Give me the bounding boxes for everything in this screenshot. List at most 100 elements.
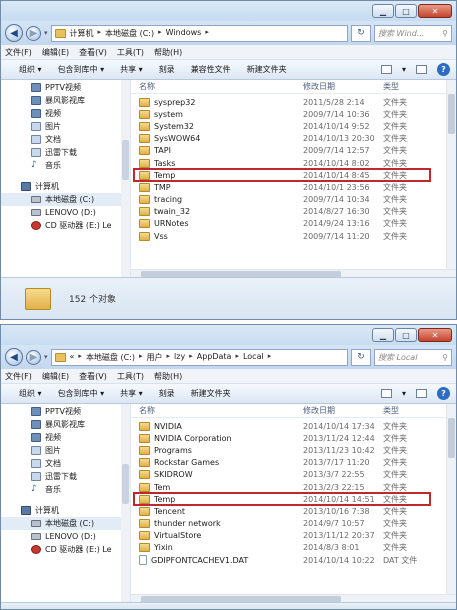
file-row[interactable]: thunder network 2014/9/7 10:57 文件夹 bbox=[131, 518, 456, 530]
view-dropdown-icon[interactable]: ▾ bbox=[402, 65, 406, 74]
toolbar-button[interactable]: 共享 ▾ bbox=[120, 388, 143, 399]
nav-item[interactable]: 迅雷下载 bbox=[1, 470, 130, 483]
help-icon[interactable]: ? bbox=[437, 387, 450, 400]
file-row[interactable]: GDIPFONTCACHEV1.DAT 2014/10/14 10:22 DAT 文… bbox=[131, 554, 456, 566]
breadcrumb-item[interactable]: 用户 bbox=[147, 352, 163, 363]
refresh-button[interactable]: ↻ bbox=[351, 348, 371, 366]
file-row[interactable]: tracing 2009/7/14 10:34 文件夹 bbox=[131, 194, 456, 206]
breadcrumb-item[interactable]: AppData bbox=[197, 352, 232, 363]
toolbar-button[interactable]: 包含到库中 ▾ bbox=[58, 388, 105, 399]
preview-pane-icon[interactable] bbox=[416, 65, 427, 74]
chevron-right-icon[interactable]: ▸ bbox=[189, 352, 193, 363]
file-row[interactable]: Tasks 2014/10/14 8:02 文件夹 bbox=[131, 157, 456, 169]
nav-item[interactable]: 图片 bbox=[1, 444, 130, 457]
toolbar-button[interactable]: 包含到库中 ▾ bbox=[58, 64, 105, 75]
chevron-right-icon[interactable]: ▸ bbox=[167, 352, 171, 363]
nav-item[interactable]: 视频 bbox=[1, 107, 130, 120]
close-button[interactable]: ✕ bbox=[418, 4, 452, 18]
menu-item[interactable]: 编辑(E) bbox=[42, 47, 69, 58]
file-row[interactable]: Vss 2009/7/14 11:20 文件夹 bbox=[131, 230, 456, 242]
file-row[interactable]: system 2009/7/14 10:36 文件夹 bbox=[131, 108, 456, 120]
toolbar-button[interactable]: 刻录 bbox=[159, 64, 175, 75]
menu-item[interactable]: 编辑(E) bbox=[42, 371, 69, 382]
minimize-button[interactable]: ▁ bbox=[372, 4, 394, 18]
breadcrumb-item[interactable]: Windows bbox=[166, 28, 202, 39]
nav-item[interactable]: CD 驱动器 (E:) Le bbox=[1, 543, 130, 556]
address-field[interactable]: 计算机 ▸ 本地磁盘 (C:) ▸ Windows ▸ bbox=[50, 24, 348, 42]
chevron-right-icon[interactable]: ▸ bbox=[139, 352, 143, 363]
column-type-header[interactable]: 类型 bbox=[383, 405, 423, 416]
nav-item[interactable]: 视频 bbox=[1, 431, 130, 444]
breadcrumb-item[interactable]: lzy bbox=[174, 352, 185, 363]
menu-item[interactable]: 查看(V) bbox=[79, 47, 107, 58]
list-vertical-scrollbar[interactable] bbox=[446, 80, 456, 269]
nav-item[interactable]: PPTV视频 bbox=[1, 405, 130, 418]
maximize-button[interactable]: □ bbox=[395, 4, 417, 18]
preview-pane-icon[interactable] bbox=[416, 389, 427, 398]
nav-item[interactable]: 计算机 bbox=[1, 180, 130, 193]
file-row[interactable]: Programs 2013/11/23 10:42 文件夹 bbox=[131, 444, 456, 456]
column-type-header[interactable]: 类型 bbox=[383, 81, 423, 92]
chevron-right-icon[interactable]: ▸ bbox=[158, 28, 162, 39]
chevron-right-icon[interactable]: ▸ bbox=[205, 28, 209, 39]
toolbar-button[interactable]: 新建文件夹 bbox=[247, 64, 287, 75]
breadcrumb-item[interactable]: 本地磁盘 (C:) bbox=[105, 28, 154, 39]
file-row[interactable]: URNotes 2014/9/24 13:16 文件夹 bbox=[131, 218, 456, 230]
nav-item[interactable]: 迅雷下载 bbox=[1, 146, 130, 159]
refresh-button[interactable]: ↻ bbox=[351, 24, 371, 42]
file-row[interactable]: TAPI 2009/7/14 12:57 文件夹 bbox=[131, 145, 456, 157]
view-dropdown-icon[interactable]: ▾ bbox=[402, 389, 406, 398]
file-row[interactable]: SysWOW64 2014/10/13 20:30 文件夹 bbox=[131, 133, 456, 145]
address-field[interactable]: «▸ 本地磁盘 (C:) ▸ 用户 ▸ lzy ▸ AppData ▸ Local ▸ bbox=[50, 348, 348, 366]
file-row[interactable]: NVIDIA Corporation 2013/11/24 12:44 文件夹 bbox=[131, 432, 456, 444]
file-row[interactable]: Yixin 2014/8/3 8:01 文件夹 bbox=[131, 542, 456, 554]
nav-item[interactable]: 本地磁盘 (C:) bbox=[1, 517, 130, 530]
nav-item[interactable]: 文档 bbox=[1, 133, 130, 146]
toolbar-button[interactable]: 组织 ▾ bbox=[19, 388, 42, 399]
nav-item[interactable]: CD 驱动器 (E:) Le bbox=[1, 219, 130, 232]
menu-item[interactable]: 工具(T) bbox=[117, 47, 144, 58]
nav-item[interactable]: PPTV视频 bbox=[1, 81, 130, 94]
nav-item[interactable]: 计算机 bbox=[1, 504, 130, 517]
menu-item[interactable]: 帮助(H) bbox=[154, 47, 182, 58]
nav-item[interactable]: ♪ 音乐 bbox=[1, 483, 130, 496]
file-row[interactable]: SKIDROW 2013/3/7 22:55 文件夹 bbox=[131, 469, 456, 481]
nav-scrollbar[interactable] bbox=[121, 80, 130, 279]
column-date-header[interactable]: 修改日期 bbox=[303, 81, 383, 92]
breadcrumb-item[interactable]: 本地磁盘 (C:) bbox=[86, 352, 135, 363]
file-row[interactable]: Temp 2014/10/14 8:45 文件夹 bbox=[131, 169, 456, 181]
search-input[interactable]: 搜索 Local ⚲ bbox=[374, 348, 452, 366]
column-name-header[interactable]: 名称 bbox=[131, 405, 303, 416]
nav-item[interactable]: 文档 bbox=[1, 457, 130, 470]
breadcrumb-item[interactable]: 计算机 bbox=[70, 28, 94, 39]
forward-button[interactable]: ▶ bbox=[26, 349, 41, 365]
chevron-right-icon[interactable]: ▸ bbox=[98, 28, 102, 39]
nav-item[interactable]: 暴风影视库 bbox=[1, 94, 130, 107]
nav-item[interactable]: ♪ 音乐 bbox=[1, 159, 130, 172]
file-row[interactable]: NVIDIA 2014/10/14 17:34 文件夹 bbox=[131, 420, 456, 432]
menu-item[interactable]: 文件(F) bbox=[5, 47, 32, 58]
column-name-header[interactable]: 名称 bbox=[131, 81, 303, 92]
column-date-header[interactable]: 修改日期 bbox=[303, 405, 383, 416]
nav-item[interactable]: 暴风影视库 bbox=[1, 418, 130, 431]
file-row[interactable]: Tem 2013/2/3 22:15 文件夹 bbox=[131, 481, 456, 493]
file-row[interactable]: VirtualStore 2013/11/12 20:37 文件夹 bbox=[131, 530, 456, 542]
toolbar-button[interactable]: 共享 ▾ bbox=[120, 64, 143, 75]
nav-item[interactable]: 图片 bbox=[1, 120, 130, 133]
file-row[interactable]: sysprep32 2011/5/28 2:14 文件夹 bbox=[131, 96, 456, 108]
menu-item[interactable]: 帮助(H) bbox=[154, 371, 182, 382]
file-row[interactable]: Rockstar Games 2013/7/17 11:20 文件夹 bbox=[131, 457, 456, 469]
back-button[interactable]: ◀ bbox=[5, 348, 23, 366]
close-button[interactable]: ✕ bbox=[418, 328, 452, 342]
menu-item[interactable]: 文件(F) bbox=[5, 371, 32, 382]
chevron-right-icon[interactable]: ▸ bbox=[235, 352, 239, 363]
file-row[interactable]: TMP 2014/10/1 23:56 文件夹 bbox=[131, 181, 456, 193]
breadcrumb-item[interactable]: Local bbox=[243, 352, 264, 363]
toolbar-button[interactable]: 兼容性文件 bbox=[191, 64, 231, 75]
toolbar-button[interactable]: 刻录 bbox=[159, 388, 175, 399]
nav-item[interactable]: LENOVO (D:) bbox=[1, 530, 130, 543]
chevron-right-icon[interactable]: ▸ bbox=[268, 352, 272, 363]
file-row[interactable]: twain_32 2014/8/27 16:30 文件夹 bbox=[131, 206, 456, 218]
file-row[interactable]: Temp 2014/10/14 14:51 文件夹 bbox=[131, 493, 456, 505]
file-row[interactable]: System32 2014/10/14 9:52 文件夹 bbox=[131, 120, 456, 132]
